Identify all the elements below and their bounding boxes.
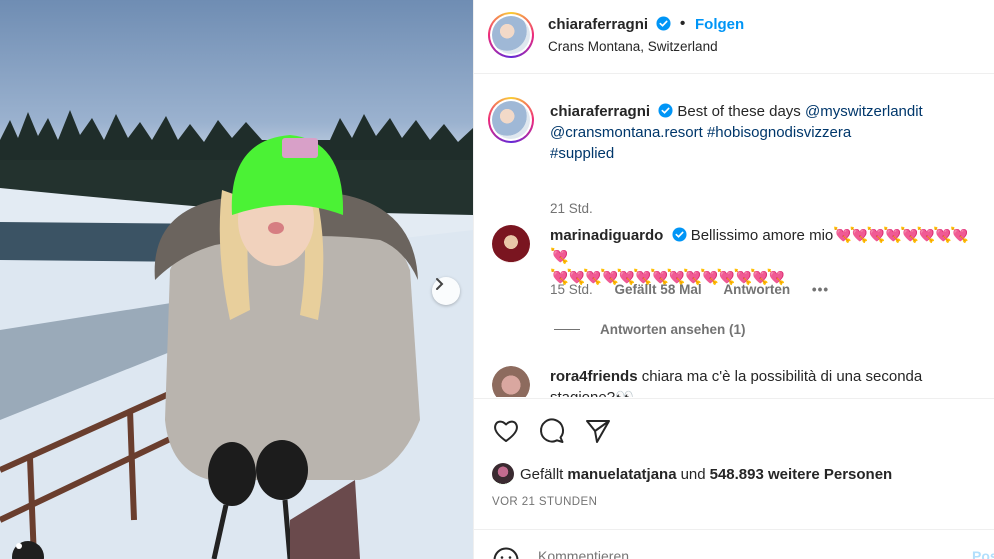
- comment-body: Bellissimo amore mio: [690, 227, 834, 244]
- heart-icon[interactable]: [492, 417, 520, 445]
- commenter-avatar[interactable]: [492, 225, 530, 263]
- mention-link[interactable]: @cransmontana.resort: [550, 124, 703, 141]
- author-avatar[interactable]: [488, 12, 534, 58]
- post-comment-button[interactable]: Posten: [972, 548, 994, 559]
- reply-button[interactable]: Antworten: [723, 282, 790, 297]
- view-replies-button[interactable]: Antworten ansehen (1): [554, 322, 746, 337]
- caption-text: chiaraferragni Best of these days @myswi…: [550, 101, 980, 164]
- comment-input[interactable]: [538, 548, 918, 559]
- carousel-next-button[interactable]: [432, 277, 460, 305]
- comment-text: marinadiguardo Bellissimo amore mio💘💘💘💘💘…: [550, 225, 980, 288]
- follow-button[interactable]: Folgen: [695, 16, 744, 33]
- verified-badge-icon: [656, 16, 671, 31]
- caption-age[interactable]: 21 Std.: [550, 201, 593, 216]
- likes-prefix: Gefällt: [520, 465, 564, 483]
- liker-avatar[interactable]: [492, 463, 514, 485]
- liker-username[interactable]: manuelatatjana: [567, 466, 676, 483]
- post-detail-panel: chiaraferragni • Folgen Crans Montana, S…: [473, 0, 994, 559]
- author-username-text[interactable]: chiaraferragni: [548, 16, 648, 33]
- divider-line: [554, 329, 580, 330]
- caption-username[interactable]: chiaraferragni: [550, 103, 650, 120]
- comment-icon[interactable]: [538, 417, 566, 445]
- hashtag-link[interactable]: #hobisognodisvizzera: [707, 124, 851, 141]
- post-photo: [0, 0, 473, 559]
- likes-count[interactable]: 548.893 weitere Personen: [710, 466, 893, 483]
- verified-badge-icon: [672, 227, 687, 242]
- verified-badge-icon: [658, 103, 673, 118]
- likes-summary: Gefällt manuelatatjana und 548.893 weite…: [492, 463, 896, 485]
- view-replies-label: Antworten ansehen (1): [600, 322, 746, 337]
- comments-list[interactable]: chiaraferragni Best of these days @myswi…: [474, 75, 994, 397]
- comment-username[interactable]: marinadiguardo: [550, 227, 663, 244]
- comment-meta: 15 Std. Gefällt 58 Mal Antworten •••: [550, 282, 847, 297]
- comment-likes[interactable]: Gefällt 58 Mal: [615, 282, 702, 297]
- more-options-icon[interactable]: •••: [812, 282, 829, 297]
- photo-illustration: [0, 110, 473, 559]
- user-icon: [16, 543, 22, 549]
- post-actions: Gefällt manuelatatjana und 548.893 weite…: [474, 398, 994, 559]
- separator-dot: •: [680, 15, 686, 32]
- caption-body: Best of these days: [677, 103, 801, 120]
- author-username[interactable]: chiaraferragni: [548, 16, 671, 33]
- hashtag-link[interactable]: #supplied: [550, 145, 614, 162]
- share-icon[interactable]: [584, 417, 612, 445]
- emoji-icon[interactable]: [492, 546, 520, 559]
- comment-age[interactable]: 15 Std.: [550, 282, 593, 297]
- add-comment-bar: Posten: [474, 529, 994, 559]
- commenter-avatar[interactable]: [492, 366, 530, 397]
- comment-text: rora4friends chiara ma c'è la possibilit…: [550, 366, 980, 397]
- likes-middle: und: [680, 465, 706, 483]
- mention-link[interactable]: @myswitzerlandit: [805, 103, 923, 120]
- chevron-right-icon: [436, 278, 444, 290]
- post-header: chiaraferragni • Folgen Crans Montana, S…: [474, 0, 994, 74]
- post-location[interactable]: Crans Montana, Switzerland: [548, 39, 718, 54]
- caption-avatar[interactable]: [488, 97, 534, 143]
- caption-meta: 21 Std.: [550, 201, 611, 216]
- post-timestamp: VOR 21 STUNDEN: [492, 496, 598, 508]
- comment-username[interactable]: rora4friends: [550, 368, 638, 385]
